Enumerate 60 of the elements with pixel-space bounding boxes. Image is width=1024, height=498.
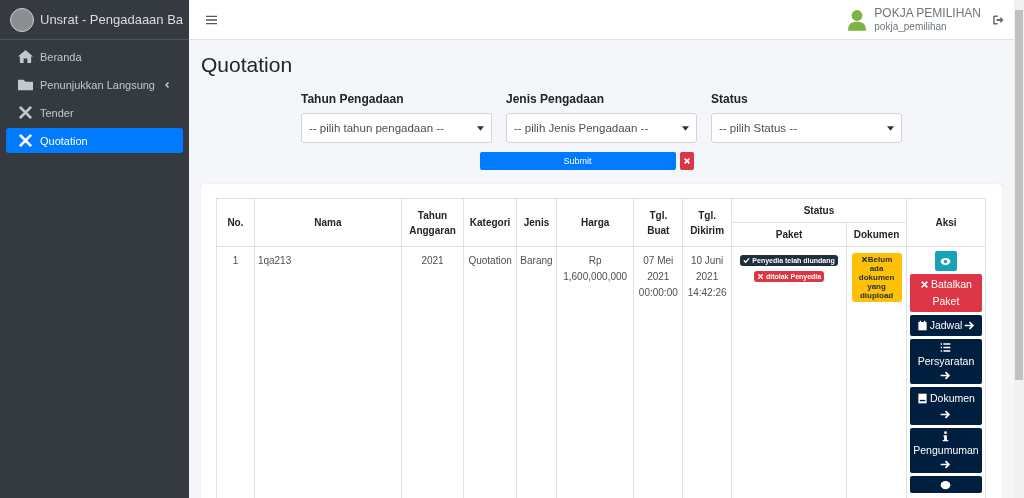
- check-icon: [743, 257, 751, 264]
- calendar-icon: [916, 320, 928, 331]
- sidebar-item[interactable]: Beranda: [6, 44, 183, 69]
- select-field[interactable]: -- pilih tahun pengadaan --: [301, 113, 492, 143]
- filter-label: Jenis Pengadaan: [506, 92, 606, 106]
- action-button[interactable]: [909, 476, 982, 493]
- page-title: Quotation: [201, 52, 294, 78]
- username: pokja_pemilihan: [874, 19, 948, 33]
- column-header: Paket: [731, 222, 847, 247]
- cross-icon: [756, 273, 764, 280]
- requirements-button[interactable]: Persyaratan: [909, 339, 982, 384]
- filter-label: Tahun Pengadaan: [301, 92, 405, 106]
- user-icon: [848, 8, 867, 31]
- book-icon: [917, 393, 928, 404]
- view-button[interactable]: [934, 251, 957, 271]
- sidebar-item[interactable]: Penunjukkan Langsung: [6, 72, 183, 97]
- close-icon: [682, 157, 691, 165]
- select-field[interactable]: -- pilih Jenis Pengadaan --: [506, 113, 697, 143]
- status-badge: Belum ada dokumen yang diupload: [851, 253, 902, 302]
- column-header: Aksi: [906, 198, 986, 247]
- documents-button[interactable]: Dokumen: [909, 387, 982, 425]
- sidebar-item[interactable]: Quotation: [6, 128, 183, 153]
- home-icon: [18, 49, 33, 64]
- arrow-icon: [940, 409, 952, 420]
- scrollbar[interactable]: [1014, 0, 1024, 498]
- announcement-button[interactable]: Pengumuman: [909, 428, 982, 473]
- eye-icon: [940, 255, 952, 267]
- select-field[interactable]: -- pilih Status --: [711, 113, 902, 143]
- cancel-button[interactable]: Batalkan Paket: [909, 274, 982, 312]
- arrow-icon: [940, 459, 952, 470]
- cross-icon: [860, 256, 868, 263]
- arrow-icon: [964, 320, 976, 331]
- logo-icon: [10, 7, 34, 32]
- column-header: Kategori: [463, 198, 517, 247]
- submit-button[interactable]: Submit: [479, 152, 676, 170]
- folder-icon: [18, 77, 33, 92]
- column-header: Harga: [556, 198, 634, 247]
- column-header: Jenis: [516, 198, 557, 247]
- menu-icon[interactable]: [206, 14, 217, 25]
- user-name: POKJA PEMILIHAN: [874, 6, 981, 20]
- list-icon: [940, 342, 952, 353]
- table-cell: 1: [216, 246, 255, 498]
- brand-title[interactable]: Unsrat - Pengadaaan Ba: [40, 12, 184, 27]
- filter-label: Status: [711, 92, 749, 106]
- column-header: No.: [216, 198, 255, 247]
- sidebar-item[interactable]: Tender: [6, 100, 183, 125]
- dropdown-caret-icon: [682, 125, 689, 131]
- cross-icon: [920, 280, 930, 289]
- reset-button[interactable]: [679, 152, 694, 170]
- column-header: Tahun Anggaran: [401, 198, 464, 247]
- arrow-icon: [940, 370, 952, 381]
- logout-icon[interactable]: [993, 14, 1004, 25]
- speech-bubble-icon: [940, 479, 952, 490]
- column-header: Nama: [254, 198, 402, 247]
- column-header: Tgl. Buat: [633, 198, 683, 247]
- dropdown-caret-icon: [477, 125, 484, 131]
- schedule-button[interactable]: Jadwal: [909, 315, 982, 336]
- column-header: Status: [731, 198, 907, 223]
- column-header: Tgl. Dikirim: [682, 198, 732, 247]
- dropdown-caret-icon: [887, 125, 894, 131]
